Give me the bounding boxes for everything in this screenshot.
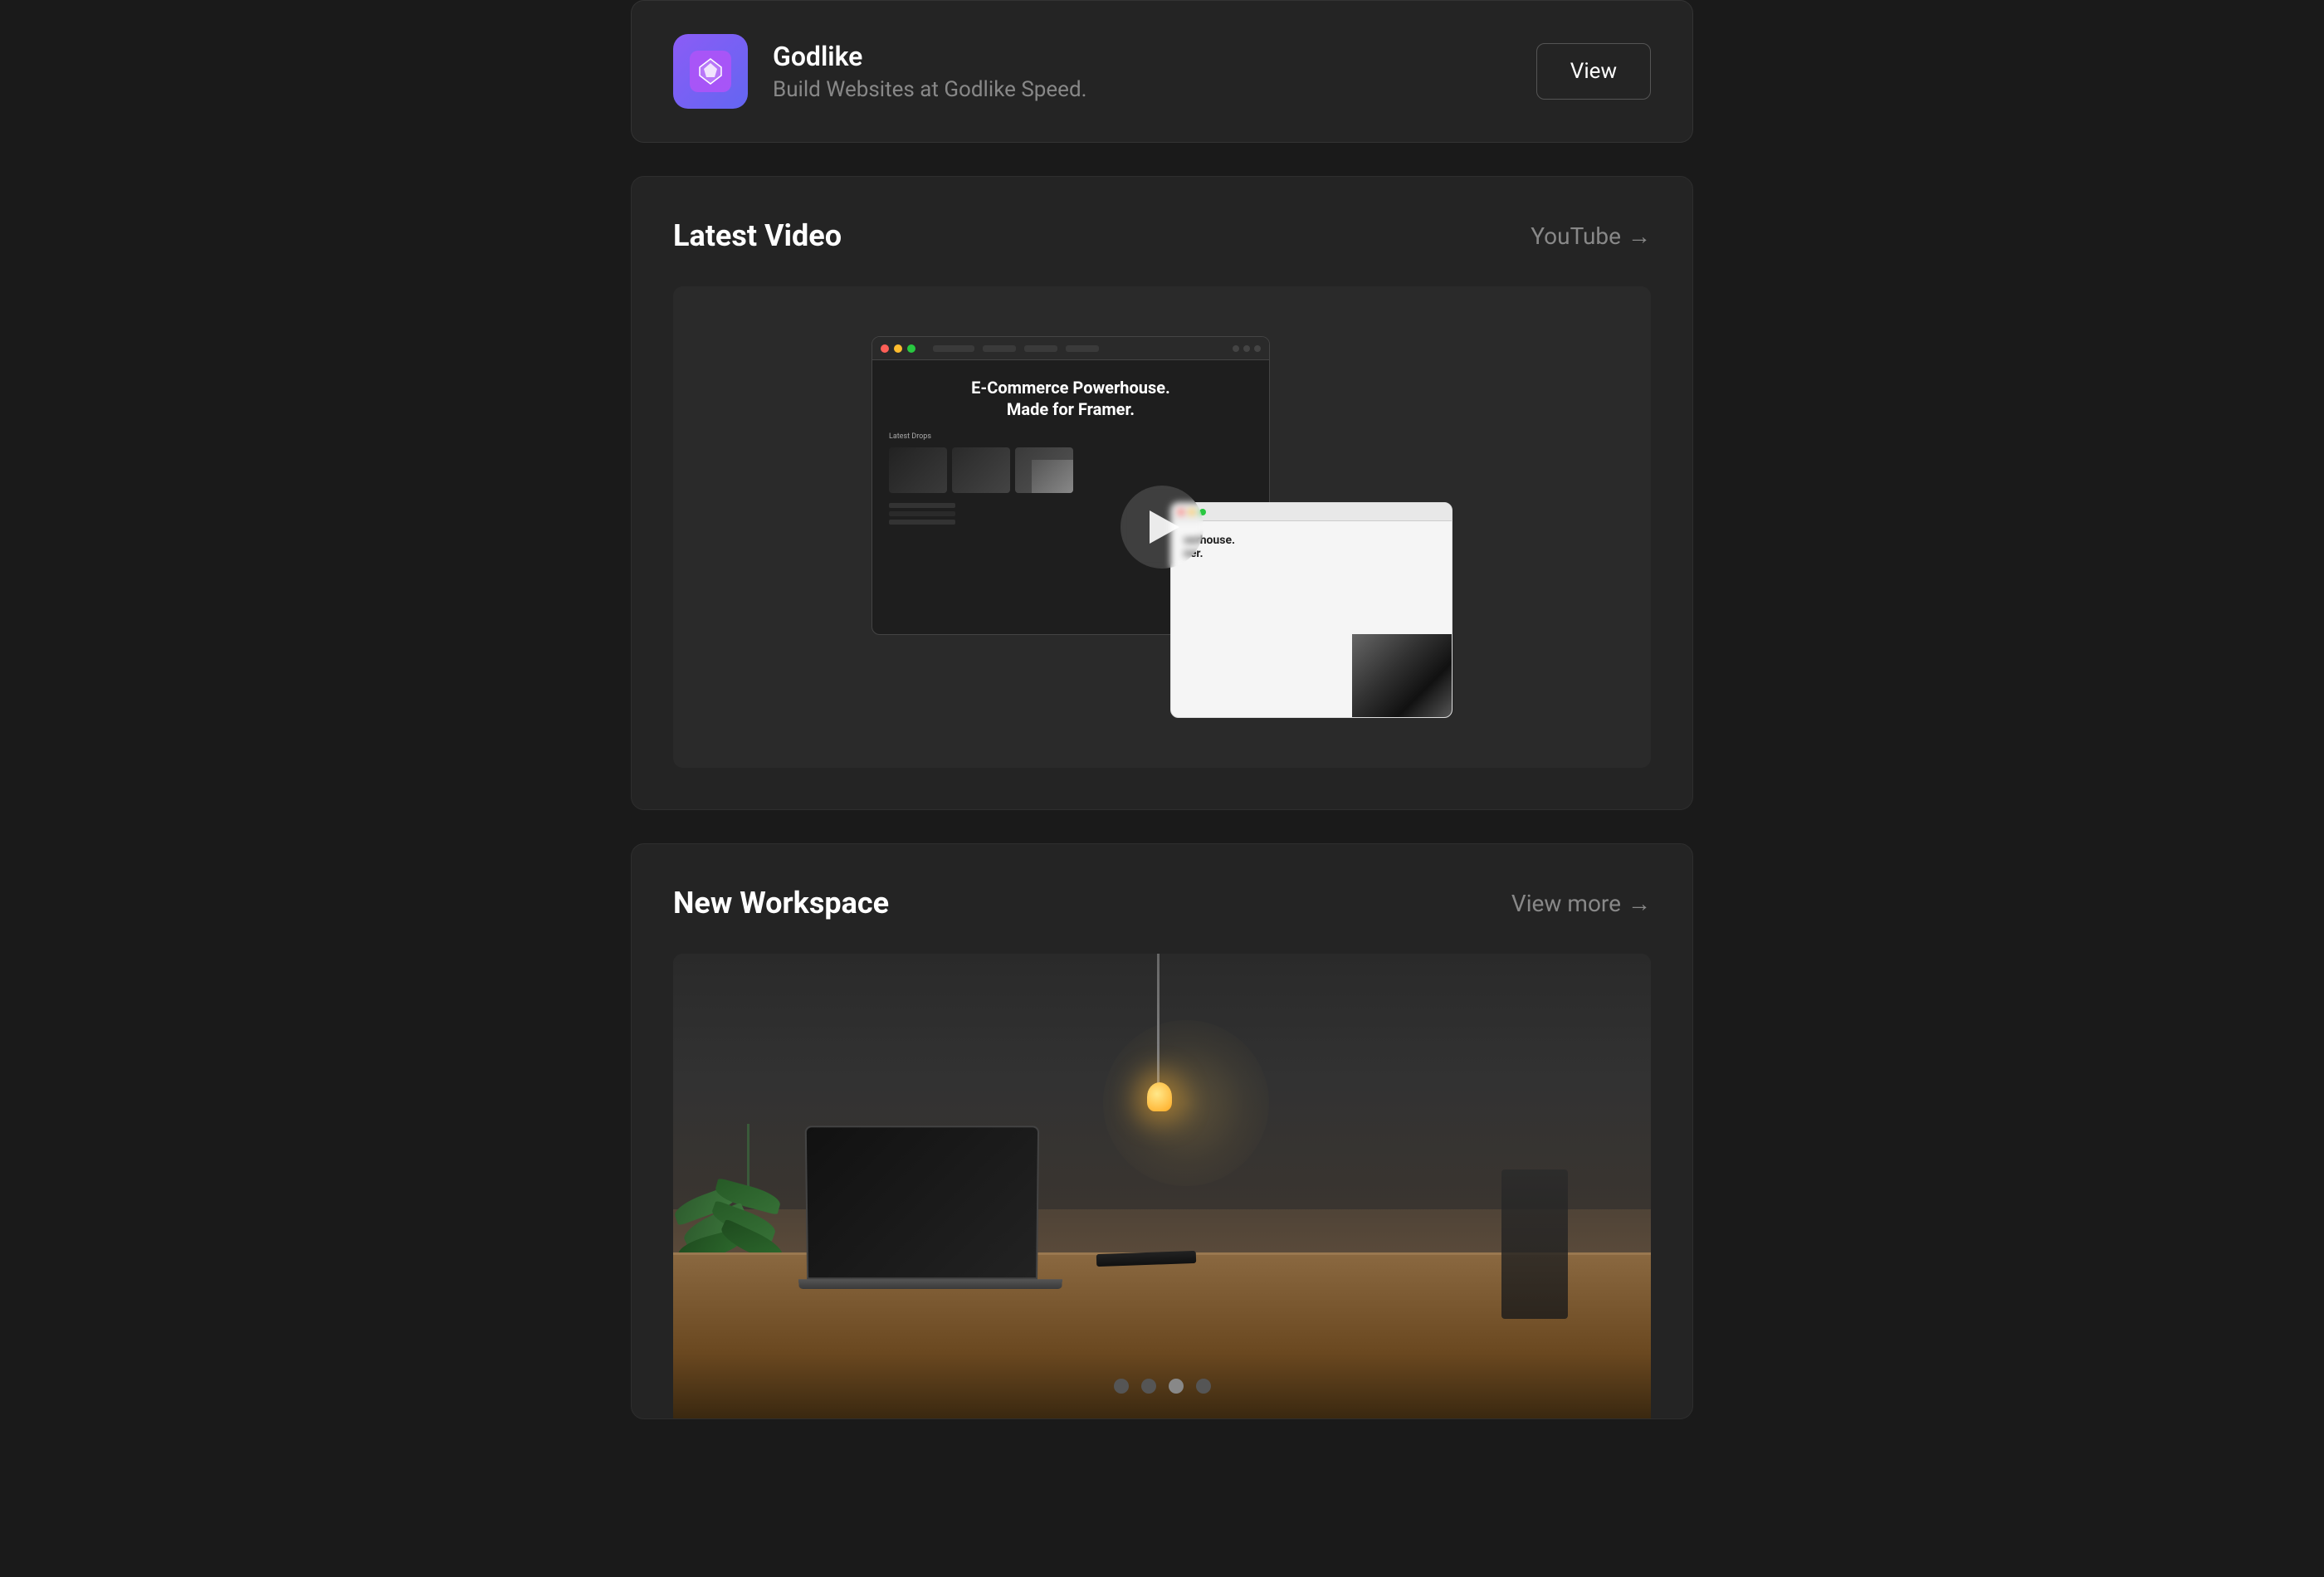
youtube-label: YouTube <box>1531 222 1621 250</box>
template-description: Build Websites at Godlike Speed. <box>773 77 1511 102</box>
front-title: verhouse.ner. <box>1184 534 1439 560</box>
carousel-dot-1[interactable] <box>1114 1379 1129 1394</box>
new-workspace-title: New Workspace <box>673 886 889 920</box>
template-name: Godlike <box>773 41 1511 72</box>
product-row <box>889 447 1252 493</box>
carousel-dot-2[interactable] <box>1141 1379 1156 1394</box>
workspace-image-container <box>673 954 1651 1418</box>
mockup-front-screen: verhouse.ner. <box>1170 502 1452 718</box>
template-info: Godlike Build Websites at Godlike Speed. <box>773 41 1511 102</box>
new-workspace-header: New Workspace View more → <box>673 886 1651 920</box>
latest-video-header: Latest Video YouTube → <box>673 218 1651 253</box>
close-dot <box>881 344 889 353</box>
view-template-button[interactable]: View <box>1536 43 1651 100</box>
dark-object-right <box>1501 1169 1568 1319</box>
carousel-dots <box>673 1354 1651 1418</box>
new-workspace-section: New Workspace View more → <box>631 843 1693 1419</box>
laptop <box>797 1125 1065 1289</box>
partial-template-item: Godlike Build Websites at Godlike Speed.… <box>631 0 1693 143</box>
product-1 <box>889 447 947 493</box>
latest-video-section: Latest Video YouTube → <box>631 176 1693 810</box>
carousel-dot-3[interactable] <box>1169 1379 1184 1394</box>
video-container[interactable]: E-Commerce Powerhouse.Made for Framer. L… <box>673 286 1651 768</box>
mockup-front-content: verhouse.ner. <box>1171 521 1452 577</box>
video-thumbnail: E-Commerce Powerhouse.Made for Framer. L… <box>673 286 1651 768</box>
godlike-icon <box>673 34 748 109</box>
mockup-front-header <box>1171 503 1452 521</box>
expand-dot <box>907 344 915 353</box>
view-more-arrow-icon: → <box>1628 890 1651 917</box>
view-more-label: View more <box>1511 890 1621 917</box>
mockup-header-dots <box>872 337 1269 360</box>
latest-drops-label: Latest Drops <box>889 432 1252 441</box>
latest-video-title: Latest Video <box>673 218 842 253</box>
view-more-link[interactable]: View more → <box>1511 890 1651 917</box>
ecommerce-title: E-Commerce Powerhouse.Made for Framer. <box>889 377 1252 420</box>
minimize-dot <box>894 344 902 353</box>
product-2 <box>952 447 1010 493</box>
youtube-link[interactable]: YouTube → <box>1531 222 1651 250</box>
play-button[interactable] <box>1120 486 1204 569</box>
workspace-image <box>673 954 1651 1418</box>
front-image-area <box>1352 634 1452 717</box>
carousel-dot-4[interactable] <box>1196 1379 1211 1394</box>
light-bulb <box>1147 1082 1172 1111</box>
product-3 <box>1015 447 1073 493</box>
workspace-bg <box>673 954 1651 1418</box>
youtube-arrow-icon: → <box>1628 222 1651 250</box>
